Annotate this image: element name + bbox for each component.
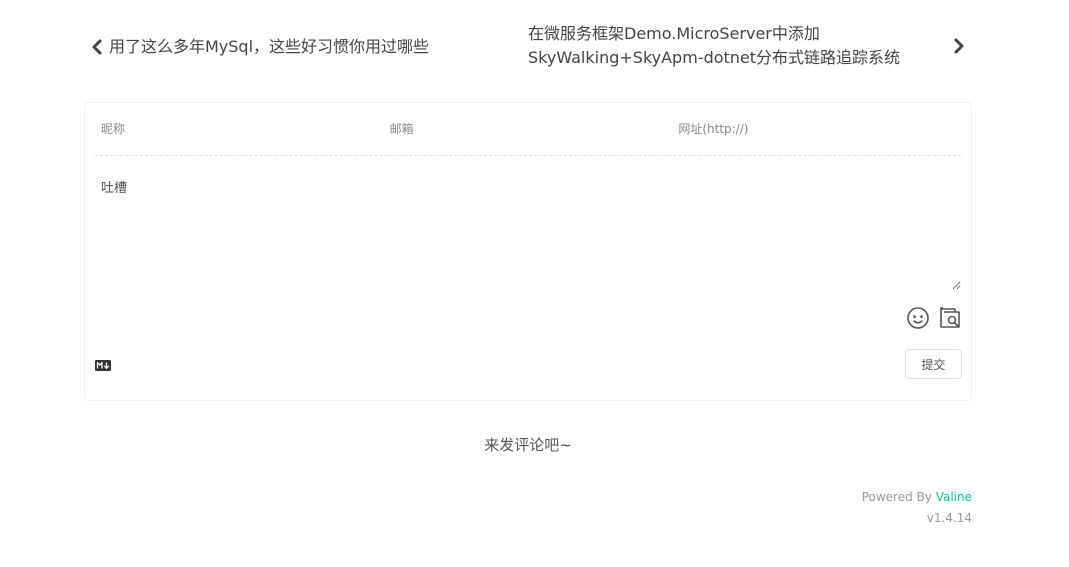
preview-icon[interactable] [938, 306, 962, 330]
email-input[interactable] [383, 103, 673, 155]
valine-version: v1.4.14 [926, 511, 972, 525]
powered-by-text: Powered By [861, 490, 932, 504]
submit-button[interactable]: 提交 [905, 349, 962, 379]
emoji-icon[interactable] [906, 306, 930, 330]
comment-toolbar [906, 306, 962, 330]
prev-post-link[interactable]: 用了这么多年MySql，这些好习惯你用过哪些 [90, 35, 429, 59]
markdown-icon [95, 360, 111, 371]
next-post-title: 在微服务框架Demo.MicroServer中添加SkyWalking+SkyA… [528, 24, 901, 67]
chevron-right-icon [954, 38, 964, 54]
website-input[interactable] [672, 103, 962, 155]
prev-post-title: 用了这么多年MySql，这些好习惯你用过哪些 [109, 37, 430, 56]
chevron-left-icon [92, 39, 102, 55]
empty-comments-message: 来发评论吧~ [484, 436, 572, 454]
powered-by-footer: Powered By Valine v1.4.14 [862, 487, 972, 529]
comment-header-fields [95, 103, 962, 156]
post-navigation: 用了这么多年MySql，这些好习惯你用过哪些 在微服务框架Demo.MicroS… [84, 22, 972, 72]
nickname-input[interactable] [95, 103, 384, 155]
valine-link[interactable]: Valine [936, 490, 972, 504]
comment-textarea-wrapper [95, 165, 961, 290]
next-post-link[interactable]: 在微服务框架Demo.MicroServer中添加SkyWalking+SkyA… [528, 22, 972, 72]
powered-by-line: Powered By Valine [862, 487, 972, 508]
comment-textarea[interactable] [95, 165, 961, 290]
comment-form: 提交 [84, 102, 972, 401]
